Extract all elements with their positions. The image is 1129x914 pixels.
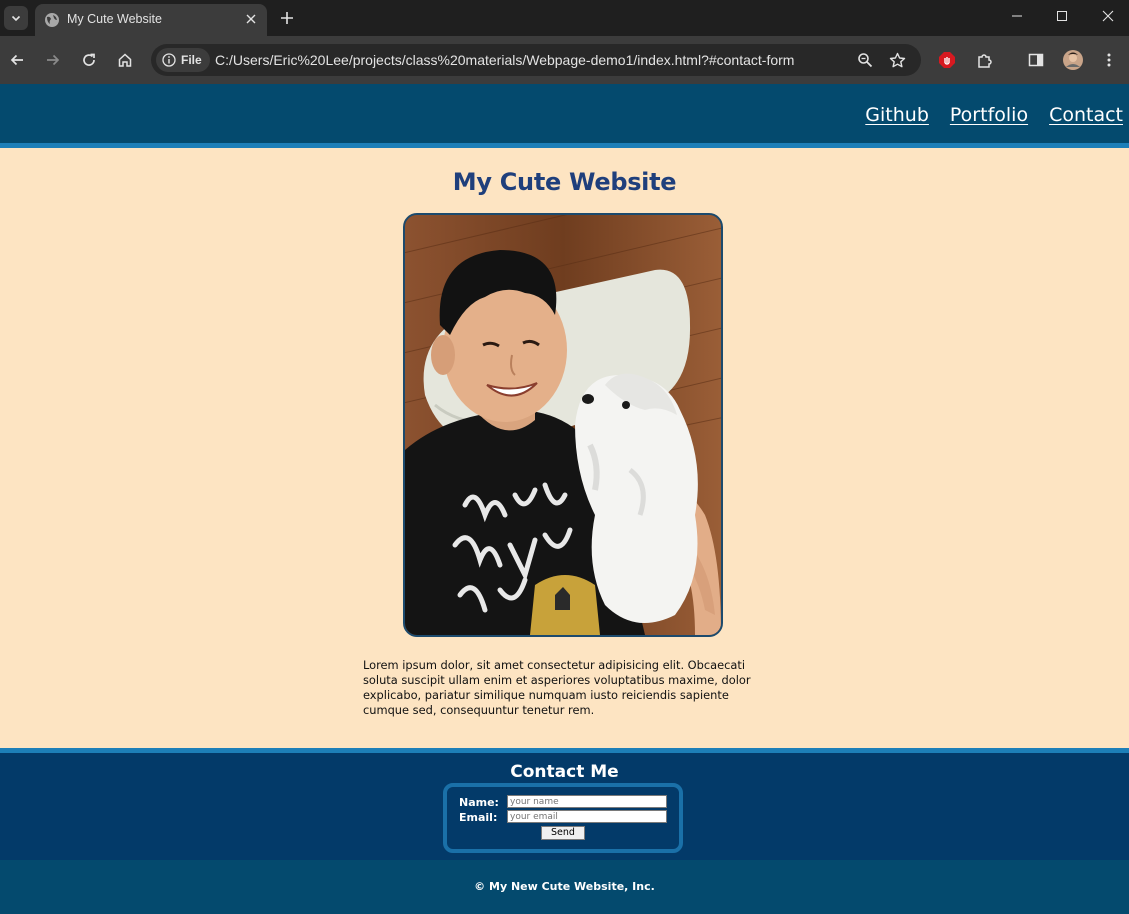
- url-text[interactable]: C:/Users/Eric%20Lee/projects/class%20mat…: [215, 52, 794, 68]
- arrow-right-icon: [47, 54, 60, 66]
- star-icon: [889, 52, 905, 67]
- zoom-button[interactable]: [853, 48, 877, 72]
- active-tab[interactable]: My Cute Website: [35, 4, 267, 36]
- site-nav: Github Portfolio Contact: [865, 104, 1123, 126]
- name-label: Name:: [459, 796, 499, 809]
- stop-hand-icon: [939, 52, 955, 68]
- tab-title: My Cute Website: [67, 12, 162, 26]
- web-page: Github Portfolio Contact My Cute Website: [0, 84, 1129, 914]
- more-vertical-icon: [1107, 53, 1111, 67]
- nav-link-portfolio[interactable]: Portfolio: [950, 104, 1028, 126]
- side-panel-button[interactable]: [1024, 48, 1048, 72]
- contact-form: Name: Email: Send: [443, 783, 683, 853]
- site-footer: © My New Cute Website, Inc.: [0, 860, 1129, 914]
- back-button[interactable]: [5, 48, 29, 72]
- site-info-chip[interactable]: File: [156, 48, 210, 72]
- extension-adblock-button[interactable]: [935, 48, 959, 72]
- home-button[interactable]: [113, 48, 137, 72]
- maximize-icon: [1057, 11, 1067, 21]
- new-tab-button[interactable]: [277, 8, 297, 28]
- plus-icon: [281, 12, 293, 24]
- arrow-left-icon: [10, 54, 23, 66]
- site-chip-label: File: [181, 53, 202, 67]
- side-panel-icon: [1028, 53, 1044, 67]
- reload-icon: [83, 53, 95, 66]
- info-icon: [162, 53, 176, 67]
- close-icon: [1102, 10, 1114, 22]
- maximize-button[interactable]: [1047, 4, 1077, 28]
- close-icon: [246, 14, 256, 24]
- extensions-button[interactable]: [972, 48, 996, 72]
- email-field[interactable]: [507, 810, 667, 823]
- footer-copyright: © My New Cute Website, Inc.: [474, 880, 655, 893]
- avatar: [1063, 50, 1083, 70]
- contact-section: Contact Me Name: Email: Send: [0, 748, 1129, 860]
- minimize-button[interactable]: [1002, 4, 1032, 28]
- browser-tab-strip: My Cute Website: [0, 0, 1129, 36]
- zoom-icon: [858, 53, 873, 68]
- site-header: Github Portfolio Contact: [0, 84, 1129, 148]
- profile-photo-illustration: [405, 215, 721, 635]
- page-title: My Cute Website: [452, 168, 677, 196]
- send-button[interactable]: Send: [541, 826, 585, 840]
- minimize-icon: [1012, 15, 1022, 17]
- nav-link-github[interactable]: Github: [865, 104, 929, 126]
- tab-search-button[interactable]: [4, 6, 28, 30]
- email-label: Email:: [459, 811, 498, 824]
- browser-toolbar: File C:/Users/Eric%20Lee/projects/class%…: [0, 36, 1129, 84]
- forward-button[interactable]: [41, 48, 65, 72]
- bookmark-button[interactable]: [885, 48, 909, 72]
- intro-paragraph: Lorem ipsum dolor, sit amet consectetur …: [363, 658, 751, 717]
- nav-link-contact[interactable]: Contact: [1049, 104, 1123, 126]
- tab-close-button[interactable]: [243, 11, 259, 27]
- profile-photo: [403, 213, 723, 637]
- globe-icon: [45, 13, 59, 27]
- browser-menu-button[interactable]: [1097, 48, 1121, 72]
- name-field[interactable]: [507, 795, 667, 808]
- reload-button[interactable]: [77, 48, 101, 72]
- profile-avatar-button[interactable]: [1061, 48, 1085, 72]
- puzzle-icon: [977, 53, 992, 68]
- close-window-button[interactable]: [1093, 4, 1123, 28]
- home-icon: [118, 53, 132, 67]
- chevron-down-icon: [11, 15, 21, 22]
- address-bar[interactable]: File C:/Users/Eric%20Lee/projects/class%…: [151, 44, 921, 76]
- contact-title: Contact Me: [510, 762, 619, 782]
